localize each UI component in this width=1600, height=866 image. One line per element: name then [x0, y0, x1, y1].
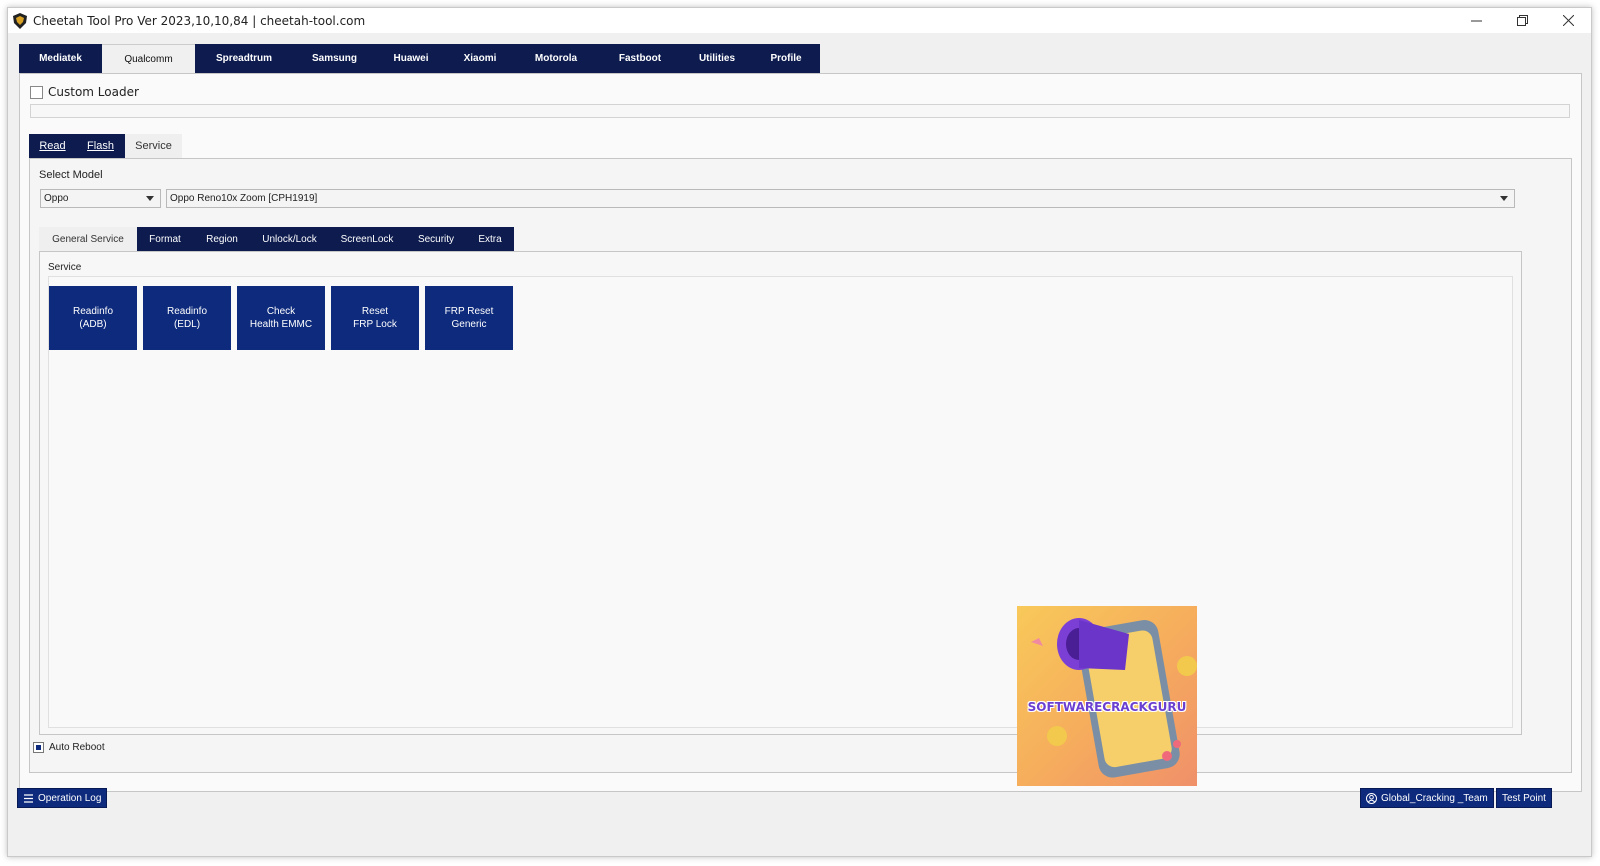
tab-qualcomm[interactable]: Qualcomm	[102, 44, 195, 73]
window-controls	[1453, 8, 1591, 33]
app-window: Cheetah Tool Pro Ver 2023,10,10,84 | che…	[7, 7, 1592, 857]
custom-loader-option[interactable]: Custom Loader	[30, 85, 139, 99]
reset-frp-lock-button[interactable]: Reset FRP Lock	[331, 286, 419, 350]
model-select-value: Oppo Reno10x Zoom [CPH1919]	[170, 193, 318, 204]
sub-tab-bar: Read Flash Service	[29, 134, 182, 158]
brand-select-value: Oppo	[44, 193, 69, 204]
brand-select[interactable]: Oppo	[40, 189, 161, 208]
close-button[interactable]	[1545, 8, 1591, 33]
menu-icon	[24, 793, 33, 803]
megaphone-phone-illustration	[1031, 618, 1197, 778]
restore-button[interactable]	[1499, 8, 1545, 33]
chevron-down-icon	[1500, 196, 1508, 201]
model-select[interactable]: Oppo Reno10x Zoom [CPH1919]	[166, 189, 1515, 208]
tab-xiaomi[interactable]: Xiaomi	[446, 44, 514, 73]
window-title: Cheetah Tool Pro Ver 2023,10,10,84 | che…	[33, 13, 366, 28]
restore-icon	[1516, 15, 1528, 26]
title-bar: Cheetah Tool Pro Ver 2023,10,10,84 | che…	[8, 8, 1591, 33]
general-service-panel: Service Readinfo (ADB) Readinfo (EDL) Ch…	[39, 251, 1522, 735]
auto-reboot-label: Auto Reboot	[49, 742, 105, 753]
tab-screenlock[interactable]: ScreenLock	[328, 227, 406, 251]
auto-reboot-checkbox[interactable]	[33, 742, 44, 753]
chevron-down-icon	[146, 196, 154, 201]
minimize-icon	[1470, 20, 1482, 22]
tab-flash[interactable]: Flash	[76, 134, 125, 158]
operation-log-label: Operation Log	[38, 792, 102, 804]
tab-unlock-lock[interactable]: Unlock/Lock	[251, 227, 328, 251]
readinfo-edl-button[interactable]: Readinfo (EDL)	[143, 286, 231, 350]
tab-mediatek[interactable]: Mediatek	[19, 44, 102, 73]
service-button-area: Readinfo (ADB) Readinfo (EDL) Check Heal…	[48, 276, 1513, 728]
main-tab-bar: Mediatek Qualcomm Spreadtrum Samsung Hua…	[19, 44, 820, 73]
tab-motorola[interactable]: Motorola	[514, 44, 598, 73]
tab-security[interactable]: Security	[406, 227, 466, 251]
promo-text: SOFTWARECRACKGURU	[1027, 700, 1187, 714]
team-button[interactable]: Global_Cracking _Team	[1360, 788, 1494, 808]
operation-log-button[interactable]: Operation Log	[17, 788, 108, 808]
tab-format[interactable]: Format	[137, 227, 193, 251]
readinfo-adb-button[interactable]: Readinfo (ADB)	[49, 286, 137, 350]
function-tab-bar: General Service Format Region Unlock/Loc…	[39, 227, 514, 251]
team-label: Global_Cracking _Team	[1381, 792, 1488, 804]
tab-fastboot[interactable]: Fastboot	[598, 44, 682, 73]
promo-watermark: SOFTWARECRACKGURU	[1017, 606, 1197, 786]
minimize-button[interactable]	[1453, 8, 1499, 33]
user-icon	[1366, 792, 1377, 804]
custom-loader-label: Custom Loader	[48, 85, 139, 99]
close-icon	[1562, 15, 1574, 26]
tab-huawei[interactable]: Huawei	[376, 44, 446, 73]
tab-region[interactable]: Region	[193, 227, 251, 251]
custom-loader-path-field[interactable]	[30, 104, 1570, 118]
auto-reboot-option[interactable]: Auto Reboot	[33, 742, 105, 753]
tab-spreadtrum[interactable]: Spreadtrum	[195, 44, 293, 73]
tab-service[interactable]: Service	[125, 134, 182, 158]
tab-utilities[interactable]: Utilities	[682, 44, 752, 73]
check-health-emmc-button[interactable]: Check Health EMMC	[237, 286, 325, 350]
frp-reset-generic-button[interactable]: FRP Reset Generic	[425, 286, 513, 350]
tab-extra[interactable]: Extra	[466, 227, 514, 251]
tab-samsung[interactable]: Samsung	[293, 44, 376, 73]
cheetah-shield-icon	[13, 12, 27, 29]
service-group-label: Service	[48, 262, 82, 273]
select-model-label: Select Model	[39, 169, 103, 181]
test-point-button[interactable]: Test Point	[1496, 788, 1552, 808]
tab-general-service[interactable]: General Service	[39, 227, 137, 251]
tab-profile[interactable]: Profile	[752, 44, 820, 73]
tab-read[interactable]: Read	[29, 134, 76, 158]
custom-loader-checkbox[interactable]	[30, 85, 43, 99]
service-panel: Select Model Oppo Oppo Reno10x Zoom [CPH…	[29, 158, 1572, 773]
qualcomm-panel: Custom Loader Read Flash Service Select …	[19, 73, 1582, 792]
test-point-label: Test Point	[1502, 792, 1546, 804]
